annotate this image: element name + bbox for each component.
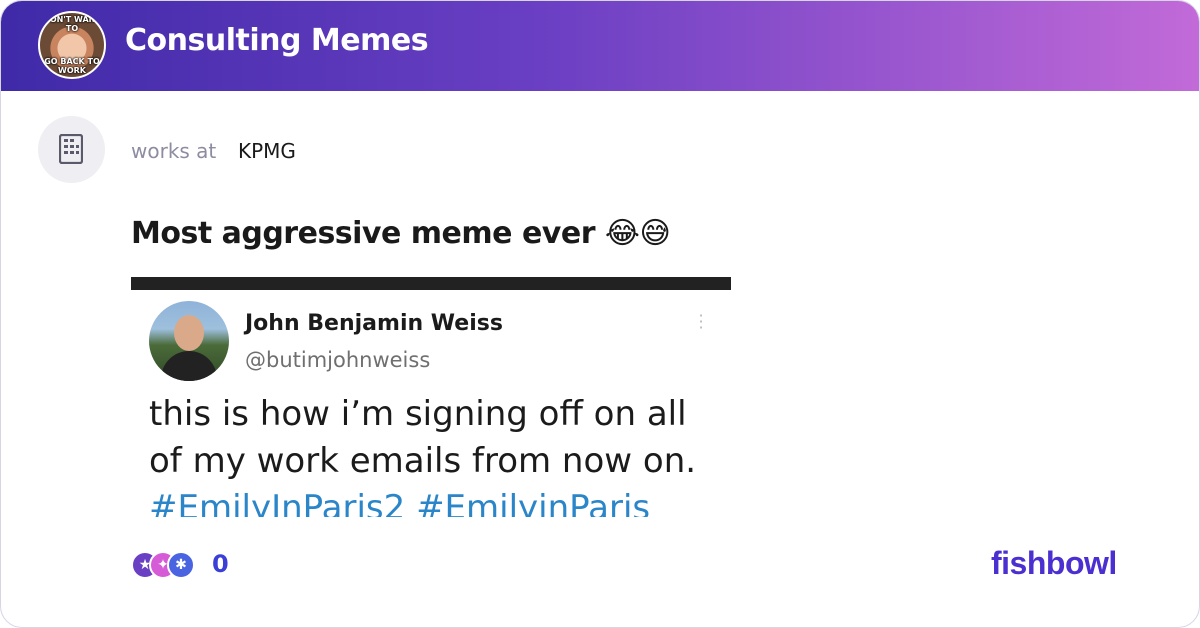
fishbowl-logo[interactable]: fishbowl [991, 545, 1117, 582]
company-avatar [38, 116, 105, 183]
meme-top-bar [131, 277, 731, 290]
meme-image[interactable]: John Benjamin Weiss @butimjohnweiss · · · … [131, 277, 731, 517]
tweet-author-handle: @butimjohnweiss [245, 348, 431, 372]
tweet-text: this is how i’m signing off on all of my… [149, 394, 697, 481]
reactions[interactable]: ★ ✦ ✱ [131, 551, 199, 581]
company-name[interactable]: KPMG [238, 139, 296, 163]
post-title[interactable]: Most aggressive meme ever 😂😅 [131, 216, 671, 251]
vertical-ellipsis-icon: · · · [698, 306, 704, 337]
tweet-avatar [149, 301, 229, 381]
group-avatar[interactable]: DON'T WANT TO GO BACK TO WORK [38, 11, 106, 79]
office-building-icon [59, 134, 83, 164]
group-avatar-top-text: DON'T WANT TO [43, 15, 101, 33]
reaction-icon-3: ✱ [167, 551, 195, 579]
group-name[interactable]: Consulting Memes [125, 23, 429, 58]
tweet-hashtags: #EmilyInParis2 #EmilyinParis [149, 488, 651, 517]
reaction-count: 0 [212, 550, 229, 578]
group-avatar-bottom-text: GO BACK TO WORK [44, 57, 100, 75]
post-card: DON'T WANT TO GO BACK TO WORK Consulting… [0, 0, 1200, 628]
tweet-author-name: John Benjamin Weiss [245, 311, 503, 336]
works-at-label: works at [131, 139, 217, 163]
group-header[interactable]: DON'T WANT TO GO BACK TO WORK Consulting… [1, 1, 1199, 91]
